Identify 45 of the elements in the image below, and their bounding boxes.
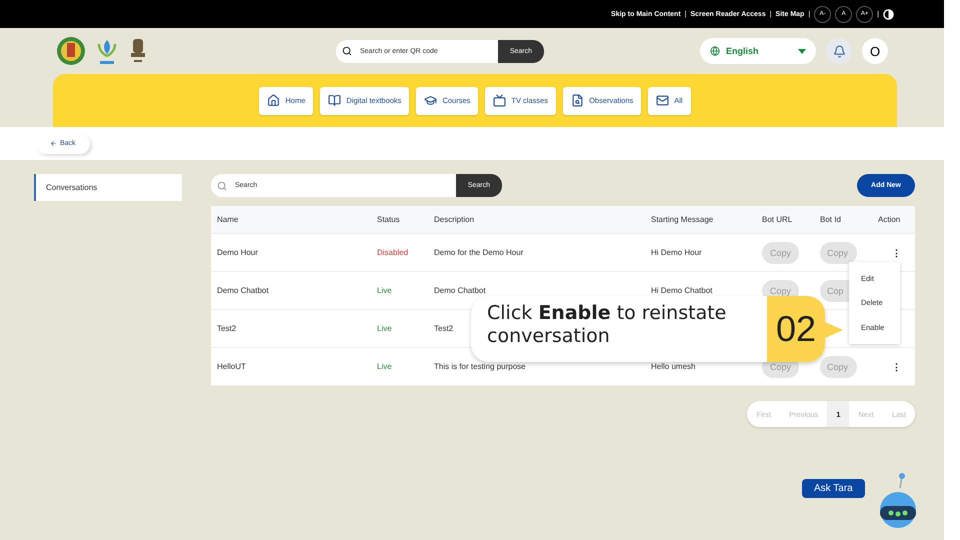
table-cell-text: Demo Hour [217, 248, 259, 257]
column-header: Bot URL [762, 215, 794, 224]
envelope-icon [656, 94, 670, 107]
status-text: Live [377, 324, 393, 333]
notification-button[interactable] [826, 38, 852, 64]
column-header: Name [217, 215, 240, 224]
more-button[interactable]: ⋮ [892, 362, 901, 372]
table-cell-text: HelloUT [217, 362, 247, 371]
table-cell-text: This is for testing purpose [434, 362, 527, 371]
table-cell-text: Hi Demo Hour [651, 248, 703, 257]
sidebar-item[interactable]: Conversations [34, 174, 182, 201]
column-header: Bot Id [820, 215, 842, 224]
table-cell-text: Hi Demo Chatbot [651, 286, 714, 295]
column-header: Starting Message [651, 215, 714, 224]
table-cell-text: Demo for the Demo Hour [434, 248, 524, 257]
tv-icon [493, 94, 506, 107]
status-text: Disabled [377, 248, 410, 257]
arrow-left-icon [50, 140, 57, 147]
emblem-icon [56, 35, 86, 67]
home-icon [267, 94, 280, 107]
status-text: Live [377, 362, 393, 371]
column-header: Status [377, 215, 401, 224]
search-icon [342, 46, 352, 56]
book-icon [328, 94, 342, 107]
table-cell-text: Test2 [434, 324, 454, 333]
status-text: Live [377, 286, 393, 295]
graduation-cap-icon [424, 94, 438, 107]
column-header: Action [878, 215, 902, 224]
document-search-icon [571, 94, 584, 107]
bell-icon [832, 44, 846, 58]
avatar-button[interactable]: O [862, 38, 888, 64]
language-dropdown[interactable]: English [700, 38, 816, 64]
column-header: Description [434, 215, 476, 224]
step-number: 02 [767, 296, 825, 362]
table-cell-text: Hello umesh [651, 362, 696, 371]
callout-pointer [825, 322, 843, 338]
table-cell-text: Demo Chatbot [217, 286, 270, 295]
table-cell-text: Test2 [217, 324, 238, 333]
table-cell-text: Demo Chatbot [434, 286, 487, 295]
callout-text: Click Enable to reinstate conversation [471, 296, 767, 362]
globe-icon [710, 46, 720, 56]
search-icon [217, 180, 227, 190]
chat-button[interactable]: Ask Tara [802, 479, 865, 498]
more-button[interactable]: ⋮ [892, 248, 901, 258]
contrast-icon[interactable] [883, 8, 894, 20]
